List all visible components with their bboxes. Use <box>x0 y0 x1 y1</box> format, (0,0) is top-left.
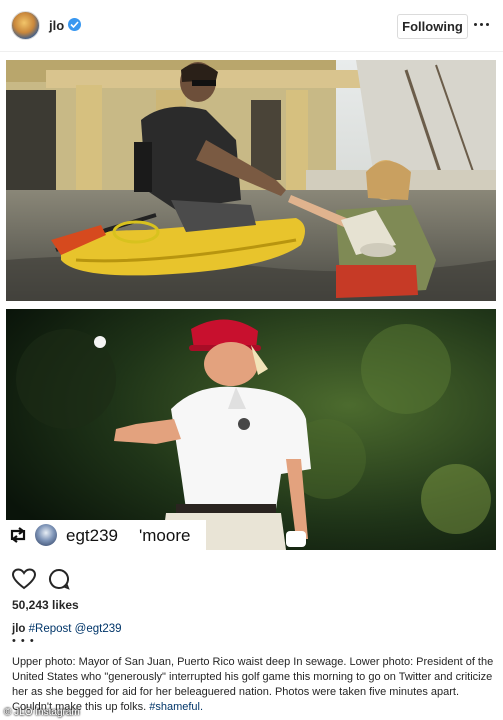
source-watermark: © JLO Instagram <box>4 707 80 718</box>
caption-body: Upper photo: Mayor of San Juan, Puerto R… <box>12 655 498 715</box>
post-header: jlo Following <box>0 0 503 52</box>
caption-text: Upper photo: Mayor of San Juan, Puerto R… <box>12 656 494 713</box>
caption-header: jlo #Repost @egt239 • • • <box>12 622 492 647</box>
comment-icon[interactable] <box>48 568 70 590</box>
following-button[interactable]: Following <box>397 14 468 39</box>
top-photo[interactable] <box>6 60 496 301</box>
post-username[interactable]: jlo <box>49 18 64 33</box>
repost-extra-text: 'moore <box>139 526 191 545</box>
likes-count[interactable]: 50,243 likes <box>12 598 79 612</box>
repost-icon <box>10 527 26 543</box>
repost-avatar <box>35 524 57 546</box>
shameful-hashtag[interactable]: #shameful. <box>149 701 203 713</box>
repost-username: egt239 <box>66 526 118 545</box>
more-options-icon[interactable] <box>472 20 492 30</box>
bottom-photo[interactable]: egt239 'moore <box>6 309 496 550</box>
heart-icon[interactable] <box>12 568 36 590</box>
profile-avatar[interactable] <box>11 11 40 40</box>
caption-username[interactable]: jlo <box>12 623 25 635</box>
mention-link[interactable]: @egt239 <box>75 623 122 635</box>
repost-tag: egt239 'moore <box>6 520 206 550</box>
caption-dots: • • • <box>12 635 35 647</box>
verified-badge-icon <box>68 18 81 31</box>
repost-hashtag[interactable]: #Repost <box>29 623 72 635</box>
